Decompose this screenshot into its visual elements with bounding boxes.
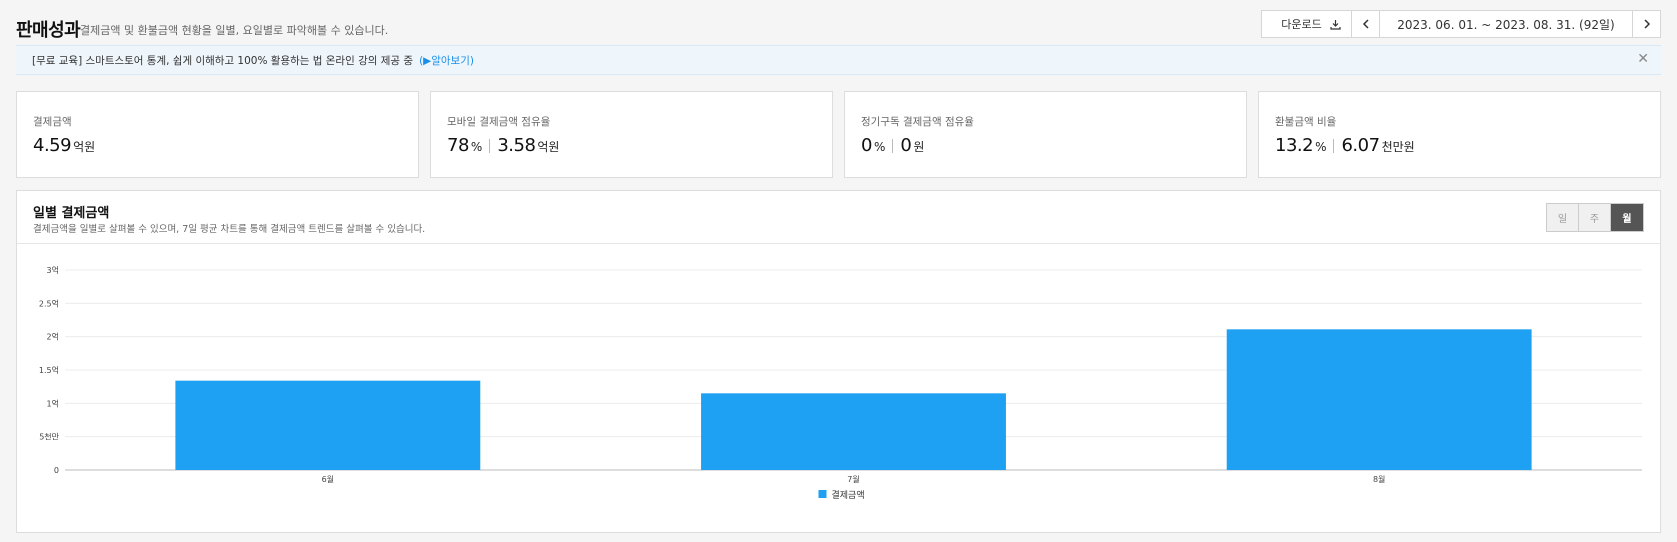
kpi-unit: 천만원	[1381, 140, 1415, 154]
y-tick-label: 1억	[47, 398, 59, 408]
kpi-value: 0	[861, 135, 872, 156]
banner-link[interactable]: (▶알아보기)	[419, 53, 474, 68]
chart-description: 결제금액을 일별로 살펴볼 수 있으며, 7일 평균 차트를 통해 결제금액 트…	[33, 224, 426, 235]
chart-header: 일별 결제금액 결제금액을 일별로 살펴볼 수 있으며, 7일 평균 차트를 통…	[17, 191, 1660, 244]
y-tick-label: 5천만	[39, 432, 59, 442]
kpi-label: 결제금액	[33, 116, 72, 128]
bar	[175, 380, 481, 470]
kpi-card-mobile-share: 모바일 결제금액 점유율 78 % 3.58 억원	[430, 91, 833, 178]
kpi-value: 6.07	[1341, 135, 1380, 156]
download-label: 다운로드	[1281, 18, 1322, 31]
kpi-unit: %	[1315, 140, 1327, 154]
x-tick-label: 7월	[847, 474, 859, 484]
kpi-label: 모바일 결제금액 점유율	[447, 116, 551, 128]
kpi-unit: %	[873, 140, 886, 154]
kpi-card-refund-ratio: 환불금액 비율 13.2 % 6.07 천만원	[1258, 91, 1661, 178]
bar	[1226, 329, 1532, 470]
kpi-unit: 원	[913, 140, 925, 154]
chart-title: 일별 결제금액	[33, 206, 110, 221]
download-icon	[1330, 19, 1341, 30]
next-period-button[interactable]	[1632, 11, 1660, 37]
x-tick-label: 8월	[1373, 474, 1385, 484]
kpi-card-payment: 결제금액 4.59 억원	[16, 91, 419, 178]
page-title: 판매성과	[16, 20, 81, 41]
kpi-label: 정기구독 결제금액 점유율	[861, 116, 974, 128]
kpi-value: 0	[900, 135, 912, 156]
kpi-value: 13.2	[1275, 135, 1314, 156]
bar-chart: 0 5천만 1억 1.5억 2억 2.5억 3억 6월 7월 8월결제금액	[39, 265, 1642, 501]
kpi-card-subscription-share: 정기구독 결제금액 점유율 0 % 0 원	[844, 91, 1247, 178]
kpi-divider	[1333, 138, 1335, 153]
period-toggle: 일 주 월	[1546, 203, 1644, 232]
bar	[701, 393, 1006, 470]
period-day-button[interactable]: 일	[1547, 204, 1579, 231]
x-tick-label: 6월	[322, 474, 334, 484]
kpi-unit: %	[470, 140, 483, 154]
kpi-divider	[892, 138, 894, 153]
y-tick-label: 0	[54, 466, 59, 475]
kpi-label: 환불금액 비율	[1275, 116, 1337, 128]
kpi-summary-row: 결제금액 4.59 억원 모바일 결제금액 점유율 78 % 3.58 억원 정…	[16, 91, 1661, 178]
prev-period-button[interactable]	[1352, 11, 1380, 37]
page-description: 결제금액 및 환불금액 현황을 일별, 요일별로 파악해볼 수 있습니다.	[80, 24, 389, 37]
kpi-divider	[489, 138, 491, 153]
date-range-selector[interactable]: 2023. 06. 01. ~ 2023. 08. 31. (92일)	[1380, 11, 1632, 37]
chevron-left-icon	[1362, 19, 1369, 29]
banner-text: [무료 교육] 스마트스토어 통계, 쉽게 이해하고 100% 활용하는 법 온…	[32, 54, 414, 67]
daily-payment-chart-panel: 일별 결제금액 결제금액을 일별로 살펴볼 수 있으며, 7일 평균 차트를 통…	[16, 190, 1661, 533]
y-tick-label: 3억	[47, 265, 59, 275]
close-icon[interactable]: ✕	[1637, 51, 1649, 67]
kpi-value: 78	[447, 135, 469, 156]
y-tick-label: 2억	[47, 332, 59, 342]
kpi-unit: 억원	[73, 140, 96, 154]
period-month-button[interactable]: 월	[1611, 204, 1643, 231]
chevron-right-icon	[1643, 19, 1650, 29]
y-tick-label: 1.5억	[39, 365, 59, 375]
date-range-navigator: 2023. 06. 01. ~ 2023. 08. 31. (92일)	[1351, 10, 1661, 38]
page-header: 판매성과 결제금액 및 환불금액 현황을 일별, 요일별로 파악해볼 수 있습니…	[16, 10, 1661, 41]
download-button[interactable]: 다운로드	[1261, 10, 1361, 38]
kpi-value: 3.58	[497, 135, 536, 156]
legend-label: 결제금액	[832, 489, 865, 501]
kpi-unit: 억원	[537, 140, 560, 154]
kpi-value: 4.59	[33, 135, 72, 156]
period-week-button[interactable]: 주	[1579, 204, 1611, 231]
promo-banner: [무료 교육] 스마트스토어 통계, 쉽게 이해하고 100% 활용하는 법 온…	[16, 45, 1661, 75]
y-tick-label: 2.5억	[39, 298, 59, 308]
legend-swatch	[818, 490, 827, 498]
